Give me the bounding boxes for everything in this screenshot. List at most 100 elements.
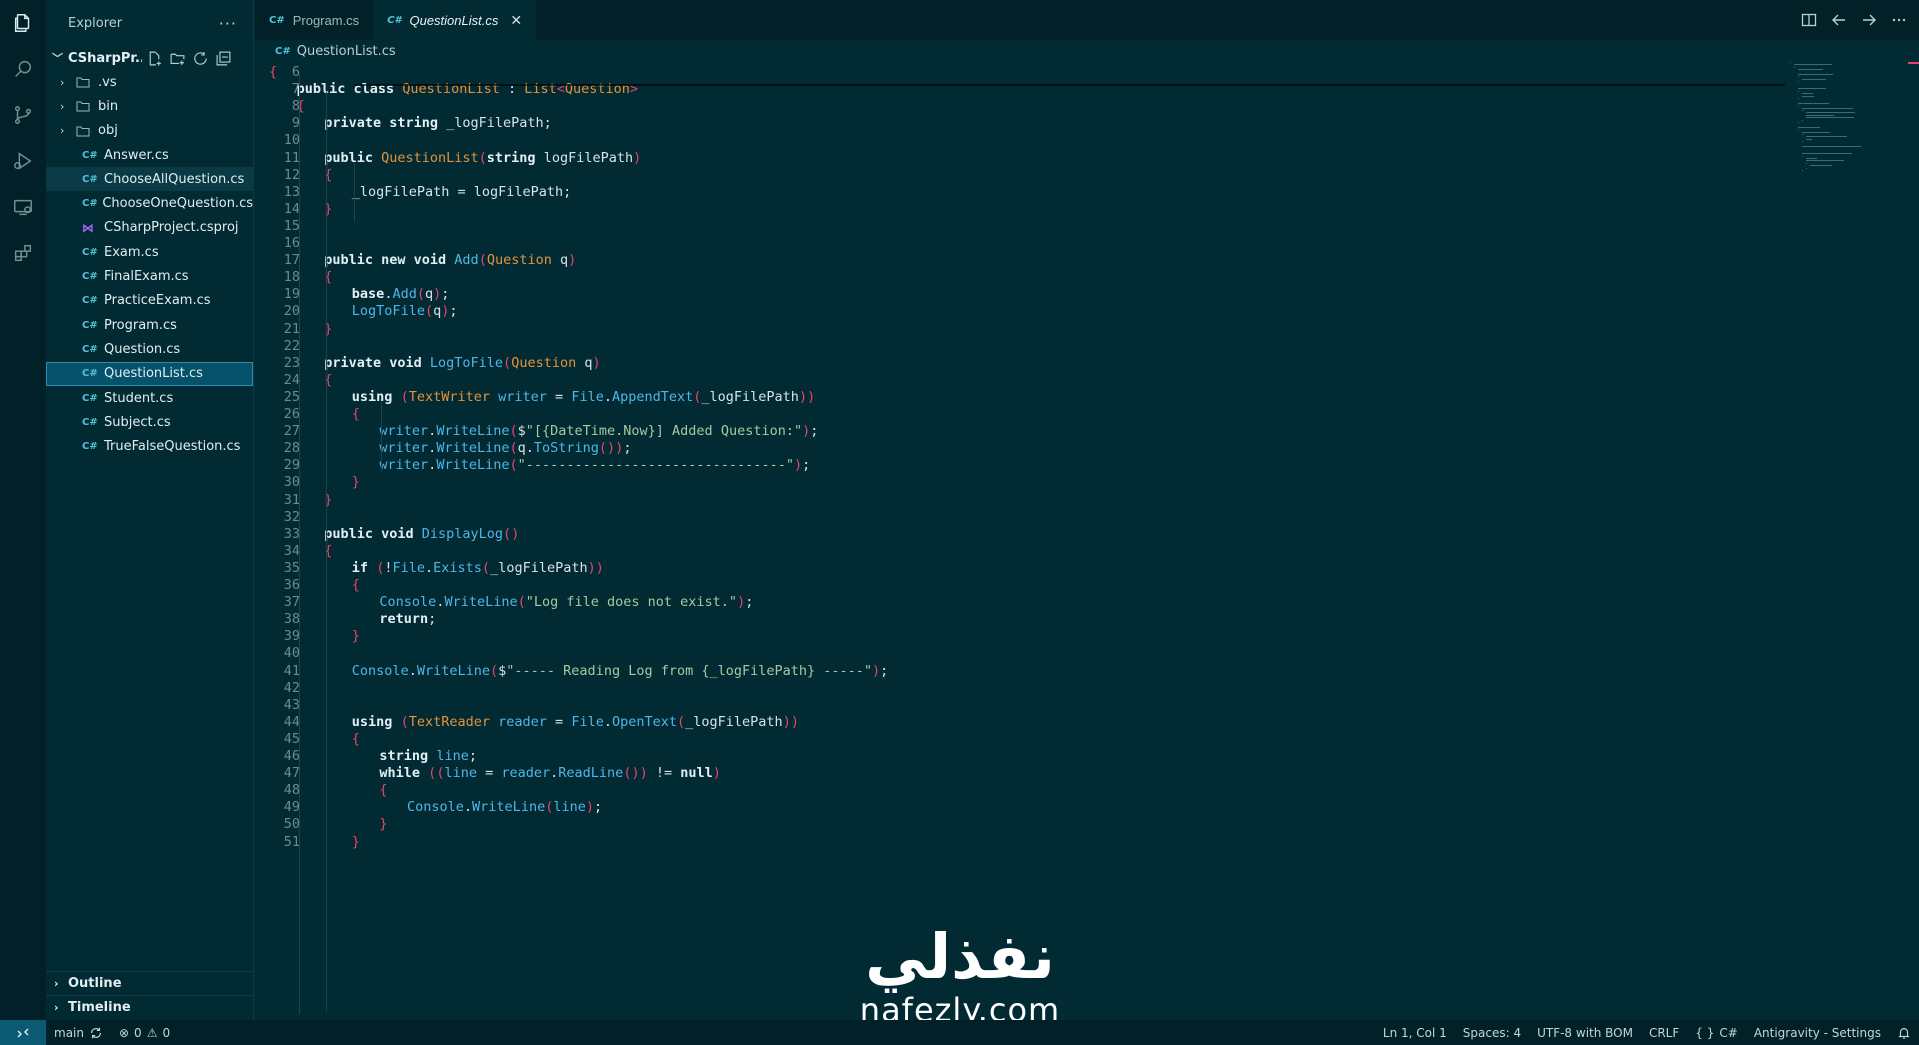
sync-icon xyxy=(91,1027,101,1038)
file-label: QuestionList.cs xyxy=(104,366,203,382)
minimap-line xyxy=(1798,88,1826,90)
warning-count: 0 xyxy=(162,1025,171,1040)
folder-obj[interactable]: › obj xyxy=(46,119,253,143)
breadcrumb[interactable]: C# QuestionList.cs xyxy=(255,40,396,62)
split-editor-icon[interactable] xyxy=(1801,12,1817,28)
minimap-line xyxy=(1798,76,1799,78)
eol-status[interactable]: CRLF xyxy=(1641,1026,1687,1040)
arrow-right-icon[interactable] xyxy=(1861,12,1877,28)
breadcrumb-file: QuestionList.cs xyxy=(296,43,396,59)
csharp-file-icon: C# xyxy=(275,45,291,57)
file-item[interactable]: C# Program.cs xyxy=(46,313,253,337)
csharp-file-icon: C# xyxy=(82,271,98,283)
close-icon[interactable]: ✕ xyxy=(510,12,522,29)
minimap-line xyxy=(1802,95,1814,97)
new-file-icon[interactable] xyxy=(146,50,163,67)
braces-icon: { } xyxy=(1695,1025,1715,1040)
minimap-line xyxy=(1806,117,1854,119)
problems-status[interactable]: ⊗ 0 ⚠ 0 xyxy=(111,1026,178,1040)
folder-label: obj xyxy=(98,123,118,139)
run-debug-icon[interactable] xyxy=(0,138,46,184)
new-folder-icon[interactable] xyxy=(169,50,186,67)
more-actions-icon[interactable]: ··· xyxy=(219,14,237,33)
file-label: CSharpProject.csproj xyxy=(104,220,239,236)
minimap-line xyxy=(1798,90,1799,92)
file-item[interactable]: C# FinalExam.cs xyxy=(46,264,253,288)
more-actions-icon[interactable] xyxy=(1891,12,1907,28)
project-root[interactable]: ﹀ CSharpPr... xyxy=(46,46,253,70)
remote-indicator-icon[interactable] xyxy=(0,1020,46,1045)
minimap-line xyxy=(1806,112,1855,114)
language-status[interactable]: { } C# xyxy=(1687,1026,1746,1040)
encoding-status[interactable]: UTF-8 with BOM xyxy=(1529,1026,1641,1040)
scrollbar-marker xyxy=(1908,62,1919,64)
file-label: PracticeExam.cs xyxy=(104,293,211,309)
file-item[interactable]: C# Question.cs xyxy=(46,337,253,361)
csharp-file-icon: C# xyxy=(82,416,98,428)
tab-label: QuestionList.cs xyxy=(409,12,499,28)
csharp-file-icon: C# xyxy=(82,149,98,161)
file-label: ChooseOneQuestion.cs xyxy=(102,196,253,212)
file-item[interactable]: C# Exam.cs xyxy=(46,240,253,264)
minimap-line xyxy=(1798,98,1799,99)
chevron-down-icon: ﹀ xyxy=(52,52,63,65)
indent-guide xyxy=(353,162,355,222)
minimap-line xyxy=(1802,119,1803,121)
collapse-all-icon[interactable] xyxy=(215,50,232,67)
folder-icon xyxy=(76,76,98,88)
file-item[interactable]: C# TrueFalseQuestion.cs xyxy=(46,434,253,458)
minimap-line xyxy=(1798,69,1824,71)
code-line[interactable]: 51} xyxy=(255,832,1785,853)
tab-program[interactable]: C# Program.cs xyxy=(255,0,373,40)
folder-vs[interactable]: › .vs xyxy=(46,70,253,94)
minimap-line xyxy=(1798,74,1834,75)
files-icon[interactable] xyxy=(0,0,46,46)
csharp-file-icon: C# xyxy=(269,14,285,26)
refresh-icon[interactable] xyxy=(192,50,209,67)
file-item[interactable]: C# ChooseOneQuestion.cs xyxy=(46,191,253,215)
outline-section[interactable]: › Outline xyxy=(46,971,254,995)
remote-explorer-icon[interactable] xyxy=(0,184,46,230)
extensions-icon[interactable] xyxy=(0,230,46,276)
file-item[interactable]: C# Student.cs xyxy=(46,386,253,410)
source-control-icon[interactable] xyxy=(0,92,46,138)
timeline-label: Timeline xyxy=(68,1000,131,1015)
file-item[interactable]: C# ChooseAllQuestion.cs xyxy=(46,167,253,192)
branch-status[interactable]: main xyxy=(46,1026,111,1040)
folder-icon xyxy=(76,125,98,137)
file-item[interactable]: ⋈ CSharpProject.csproj xyxy=(46,216,253,240)
file-item[interactable]: C# PracticeExam.cs xyxy=(46,289,253,313)
tab-questionlist[interactable]: C# QuestionList.cs ✕ xyxy=(373,0,537,40)
folder-bin[interactable]: › bin xyxy=(46,94,253,118)
minimap-line xyxy=(1806,158,1817,159)
file-label: FinalExam.cs xyxy=(104,269,189,285)
file-item[interactable]: C# Subject.cs xyxy=(46,410,253,434)
watermark-logo: نفذلي nafezly.com xyxy=(850,922,1070,1029)
timeline-section[interactable]: › Timeline xyxy=(46,995,254,1019)
explorer-title: Explorer xyxy=(68,15,123,31)
arrow-left-icon[interactable] xyxy=(1831,12,1847,28)
search-icon[interactable] xyxy=(0,46,46,92)
notifications-icon[interactable] xyxy=(1889,1026,1919,1040)
activity-bar xyxy=(0,0,46,1020)
indentation-status[interactable]: Spaces: 4 xyxy=(1455,1026,1529,1040)
settings-status[interactable]: Antigravity - Settings xyxy=(1746,1026,1889,1040)
indent-guide xyxy=(326,92,328,1012)
csharp-file-icon: C# xyxy=(387,14,402,26)
cursor-position[interactable]: Ln 1, Col 1 xyxy=(1375,1026,1455,1040)
file-item-selected[interactable]: C# QuestionList.cs xyxy=(46,361,253,386)
minimap-line xyxy=(1802,110,1803,111)
csharp-file-icon: C# xyxy=(82,198,98,210)
file-item[interactable]: C# Answer.cs xyxy=(46,143,253,167)
warning-icon: ⚠ xyxy=(146,1025,158,1040)
csharp-file-icon: C# xyxy=(82,392,98,404)
minimap-line xyxy=(1798,81,1799,83)
minimap-line xyxy=(1798,102,1829,104)
csharp-file-icon: C# xyxy=(82,368,98,380)
status-right: Ln 1, Col 1 Spaces: 4 UTF-8 with BOM CRL… xyxy=(1375,1020,1919,1045)
minimap-line xyxy=(1806,114,1834,116)
csharp-file-icon: C# xyxy=(82,441,98,453)
minimap[interactable] xyxy=(1790,62,1900,202)
code-editor[interactable]: 6{7 public class QuestionList : List<Ques… xyxy=(255,62,1785,1020)
csharp-file-icon: C# xyxy=(82,295,98,307)
